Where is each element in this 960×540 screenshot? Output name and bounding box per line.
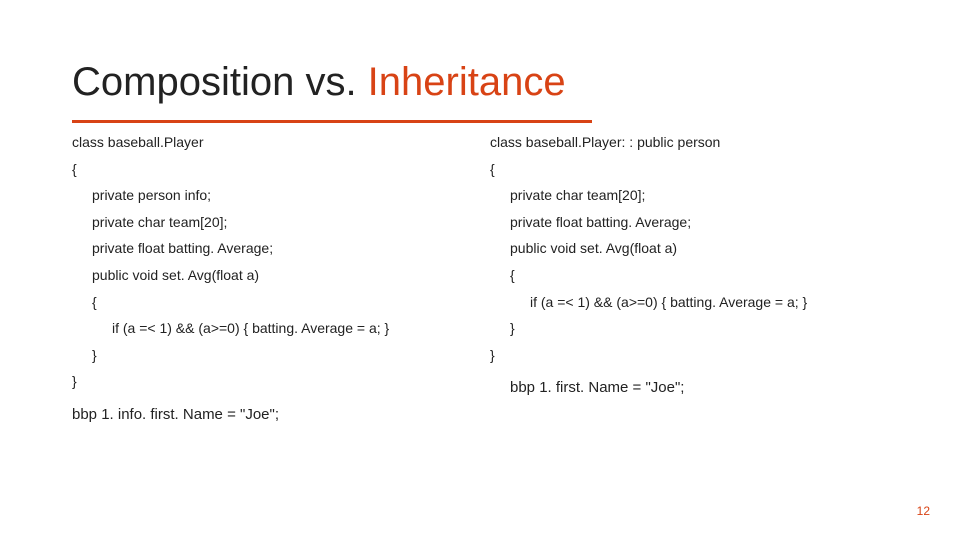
usage-line: bbp 1. info. first. Name = "Joe"; <box>72 401 470 430</box>
usage-line: bbp 1. first. Name = "Joe"; <box>490 374 888 403</box>
page-number: 12 <box>917 504 930 518</box>
code-line: public void set. Avg(float a) <box>490 235 888 262</box>
code-line: class baseball.Player <box>72 129 470 156</box>
title-prefix: Composition vs. <box>72 60 368 104</box>
code-line: private char team[20]; <box>72 209 470 236</box>
code-line: } <box>490 315 888 342</box>
code-line: { <box>490 156 888 183</box>
title-emphasis: Inheritance <box>368 60 566 104</box>
code-line: private float batting. Average; <box>72 235 470 262</box>
code-line: if (a =< 1) && (a>=0) { batting. Average… <box>490 289 888 316</box>
code-columns: class baseball.Player { private person i… <box>72 129 888 429</box>
slide: Composition vs. Inheritance class baseba… <box>0 0 960 540</box>
inheritance-column: class baseball.Player: : public person {… <box>490 129 888 429</box>
code-line: private float batting. Average; <box>490 209 888 236</box>
code-line: } <box>72 342 470 369</box>
code-line: if (a =< 1) && (a>=0) { batting. Average… <box>72 315 470 342</box>
code-line: public void set. Avg(float a) <box>72 262 470 289</box>
title-underline <box>72 120 592 123</box>
code-line: } <box>490 342 888 369</box>
code-line: class baseball.Player: : public person <box>490 129 888 156</box>
composition-column: class baseball.Player { private person i… <box>72 129 470 429</box>
code-line: private person info; <box>72 182 470 209</box>
code-line: { <box>72 289 470 316</box>
code-line: { <box>490 262 888 289</box>
code-line: private char team[20]; <box>490 182 888 209</box>
code-line: { <box>72 156 470 183</box>
slide-title: Composition vs. Inheritance <box>72 60 888 105</box>
code-line: } <box>72 368 470 395</box>
